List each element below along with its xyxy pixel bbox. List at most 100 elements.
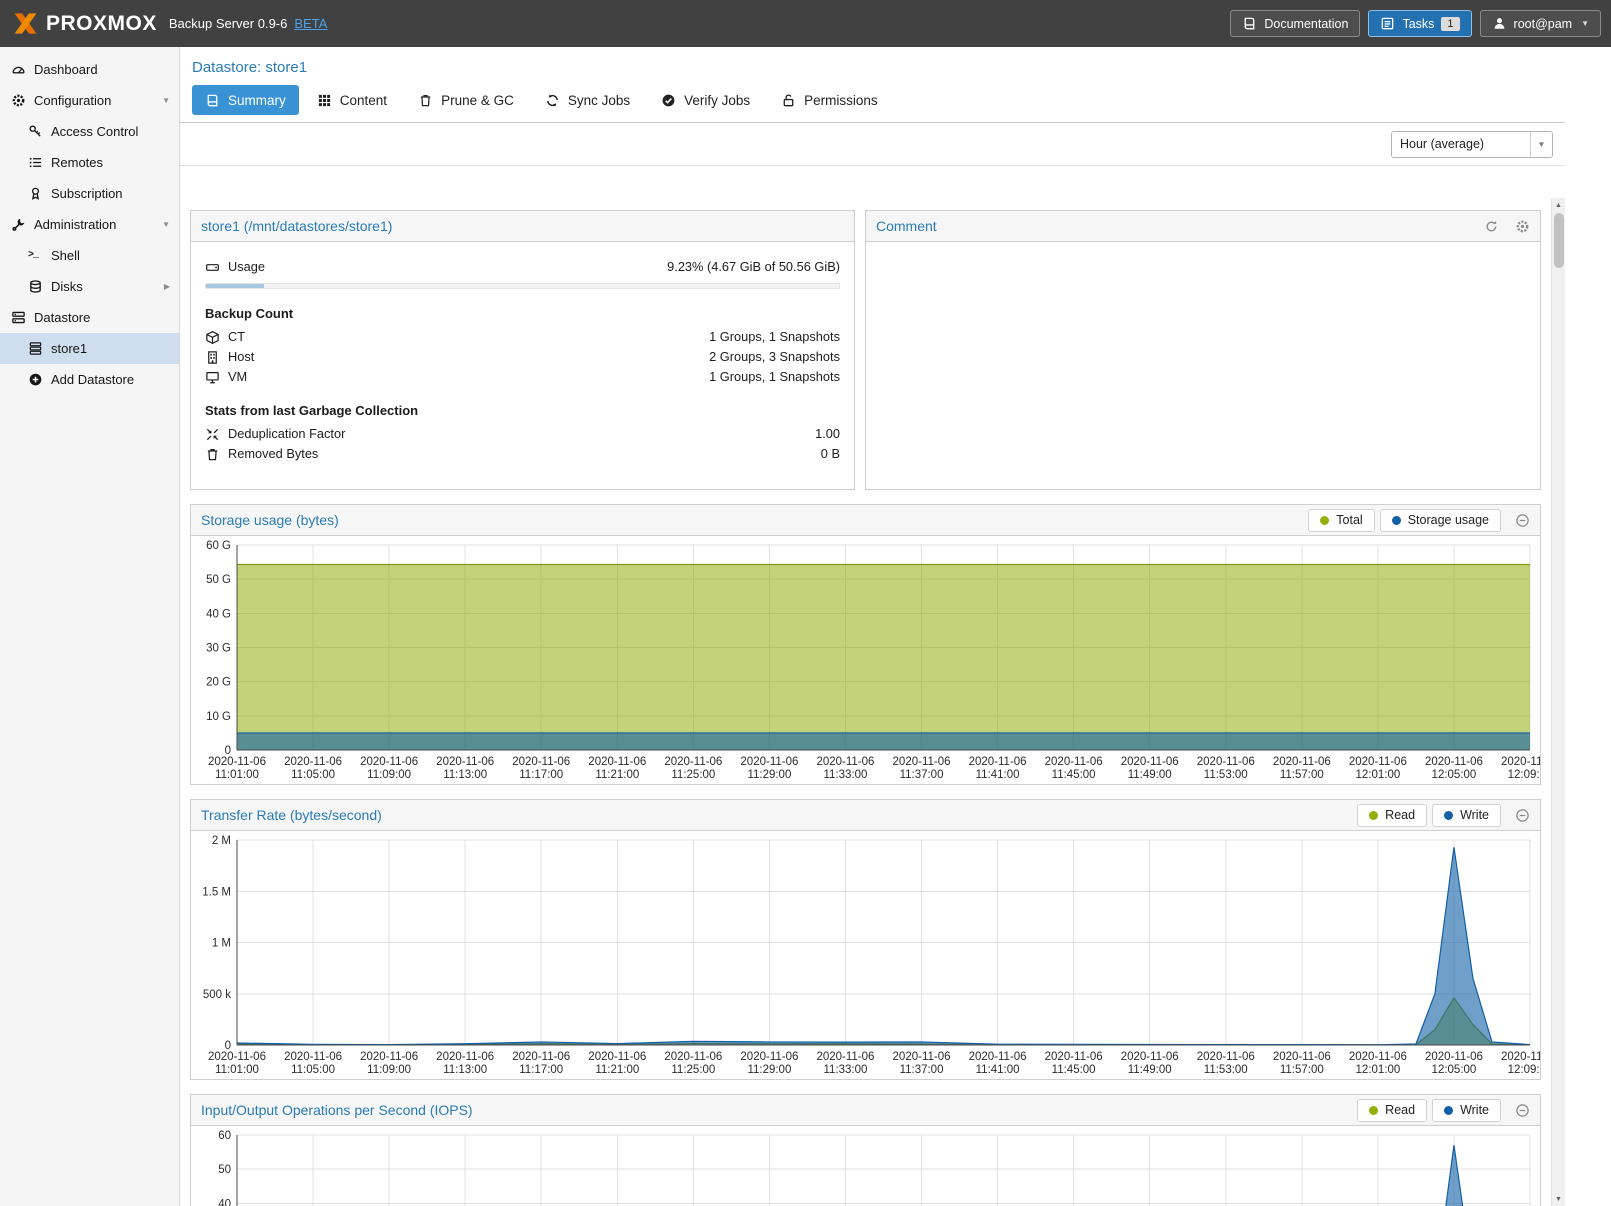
proxmox-logo: PROXMOX: [0, 10, 165, 37]
scroll-thumb[interactable]: [1554, 213, 1564, 268]
legend-item-read[interactable]: Read: [1357, 804, 1427, 827]
storage-usage-panel: Storage usage (bytes) Total Storage usag…: [190, 504, 1541, 785]
svg-text:2020-11-06: 2020-11-06: [1197, 1051, 1255, 1063]
svg-text:2020-11-06: 2020-11-06: [1045, 756, 1103, 768]
user-label: root@pam: [1514, 17, 1573, 31]
backup-count-title: Backup Count: [205, 306, 840, 321]
tab-verify-jobs[interactable]: Verify Jobs: [648, 85, 763, 115]
svg-text:11:57:00: 11:57:00: [1280, 769, 1324, 781]
chart-toolbar: Hour (average) ▼: [180, 123, 1565, 166]
sidebar-item-label: Dashboard: [34, 62, 98, 77]
sidebar-item-add-datastore[interactable]: Add Datastore: [0, 364, 179, 395]
svg-text:2020-11-06: 2020-11-06: [1425, 1051, 1483, 1063]
beta-link[interactable]: BETA: [294, 16, 327, 31]
svg-text:11:41:00: 11:41:00: [976, 1064, 1020, 1076]
legend-dot: [1369, 811, 1378, 820]
chevron-down-icon[interactable]: ▼: [1530, 132, 1552, 157]
brand-wordmark: PROXMOX: [46, 12, 157, 36]
expanded-caret-icon[interactable]: ▼: [162, 220, 170, 229]
svg-text:2020-11-06: 2020-11-06: [969, 756, 1027, 768]
svg-text:11:01:00: 11:01:00: [215, 769, 259, 781]
tab-prune-gc[interactable]: Prune & GC: [405, 85, 527, 115]
proxmox-x-icon: [12, 10, 39, 37]
reload-icon[interactable]: [1484, 219, 1499, 234]
gc-row-dedup: Deduplication Factor 1.00: [205, 425, 840, 443]
compress-icon: [205, 427, 220, 442]
svg-text:2020-11-06: 2020-11-06: [512, 756, 570, 768]
legend-item-read[interactable]: Read: [1357, 1099, 1427, 1122]
tasks-button[interactable]: Tasks 1: [1368, 10, 1471, 37]
expanded-caret-icon[interactable]: ▼: [162, 96, 170, 105]
count-value: 2 Groups, 3 Snapshots: [709, 348, 840, 366]
check-circle-icon: [661, 93, 676, 108]
sidebar-item-remotes[interactable]: Remotes: [0, 147, 179, 178]
tab-permissions[interactable]: Permissions: [768, 85, 891, 115]
sidebar-item-access-control[interactable]: Access Control: [0, 116, 179, 147]
collapse-icon[interactable]: [1515, 513, 1530, 528]
svg-text:2020-11-06: 2020-11-06: [893, 756, 951, 768]
usage-progress-bar: [205, 283, 840, 289]
collapse-icon[interactable]: [1515, 808, 1530, 823]
documentation-button[interactable]: Documentation: [1230, 10, 1360, 37]
legend-item-write[interactable]: Write: [1432, 804, 1501, 827]
svg-text:2020-11-06: 2020-11-06: [664, 756, 722, 768]
svg-text:12:05:00: 12:05:00: [1432, 769, 1477, 781]
svg-text:2020-11-06: 2020-11-06: [360, 1051, 418, 1063]
scroll-up-arrow[interactable]: ▲: [1552, 198, 1565, 212]
sidebar-item-configuration[interactable]: Configuration ▼: [0, 85, 179, 116]
legend-item-total[interactable]: Total: [1308, 509, 1374, 532]
collapsed-caret-icon[interactable]: ▶: [164, 282, 170, 291]
collapse-icon[interactable]: [1515, 1103, 1530, 1118]
legend-label: Storage usage: [1408, 513, 1489, 527]
comment-panel: Comment: [865, 210, 1541, 490]
svg-text:11:45:00: 11:45:00: [1052, 769, 1096, 781]
sidebar-item-subscription[interactable]: Subscription: [0, 178, 179, 209]
sidebar-item-label: store1: [51, 341, 87, 356]
svg-text:11:01:00: 11:01:00: [215, 1064, 259, 1076]
svg-text:2020-11-06: 2020-11-06: [512, 1051, 570, 1063]
iops-panel: Input/Output Operations per Second (IOPS…: [190, 1094, 1541, 1206]
timeframe-select[interactable]: Hour (average) ▼: [1391, 131, 1553, 158]
svg-text:2020-11-06: 2020-11-06: [208, 756, 266, 768]
svg-text:2020-11-06: 2020-11-06: [1197, 756, 1255, 768]
sidebar-item-label: Datastore: [34, 310, 90, 325]
gc-label: Deduplication Factor: [228, 425, 345, 443]
storage-usage-title: Storage usage (bytes): [201, 512, 339, 528]
svg-text:11:29:00: 11:29:00: [747, 1064, 791, 1076]
store-panel-title: store1 (/mnt/datastores/store1): [201, 218, 392, 234]
sidebar-item-shell[interactable]: >_ Shell: [0, 240, 179, 271]
svg-text:10 G: 10 G: [206, 711, 231, 723]
gc-value: 1.00: [815, 425, 840, 443]
tab-content[interactable]: Content: [304, 85, 400, 115]
svg-text:50: 50: [218, 1164, 231, 1176]
gear-icon[interactable]: [1515, 219, 1530, 234]
legend-dot: [1444, 811, 1453, 820]
sync-icon: [545, 93, 560, 108]
svg-text:2020-11-06: 2020-11-06: [969, 1051, 1027, 1063]
tab-label: Summary: [228, 93, 286, 108]
tab-label: Prune & GC: [441, 93, 514, 108]
svg-text:11:45:00: 11:45:00: [1052, 1064, 1096, 1076]
comment-body[interactable]: [866, 242, 1540, 489]
sidebar-item-store1[interactable]: store1: [0, 333, 179, 364]
iops-title: Input/Output Operations per Second (IOPS…: [201, 1102, 473, 1118]
tasks-label: Tasks: [1402, 17, 1434, 31]
sidebar-item-label: Configuration: [34, 93, 111, 108]
svg-text:2020-11-06: 2020-11-06: [588, 756, 646, 768]
legend-item-storage-usage[interactable]: Storage usage: [1380, 509, 1501, 532]
svg-text:11:21:00: 11:21:00: [595, 769, 639, 781]
sidebar-item-datastore[interactable]: Datastore: [0, 302, 179, 333]
tab-summary[interactable]: Summary: [192, 85, 299, 115]
tab-sync-jobs[interactable]: Sync Jobs: [532, 85, 643, 115]
user-menu-button[interactable]: root@pam ▼: [1480, 10, 1601, 37]
svg-text:20 G: 20 G: [206, 677, 231, 689]
comment-panel-title: Comment: [876, 218, 937, 234]
sidebar-item-administration[interactable]: Administration ▼: [0, 209, 179, 240]
scroll-down-arrow[interactable]: ▼: [1552, 1192, 1565, 1206]
svg-text:2020-11-06: 2020-11-06: [284, 1051, 342, 1063]
legend-item-write[interactable]: Write: [1432, 1099, 1501, 1122]
sidebar-item-dashboard[interactable]: Dashboard: [0, 54, 179, 85]
datastore-icon: [11, 310, 26, 325]
svg-text:2020-11-06: 2020-11-06: [588, 1051, 646, 1063]
sidebar-item-disks[interactable]: Disks ▶: [0, 271, 179, 302]
